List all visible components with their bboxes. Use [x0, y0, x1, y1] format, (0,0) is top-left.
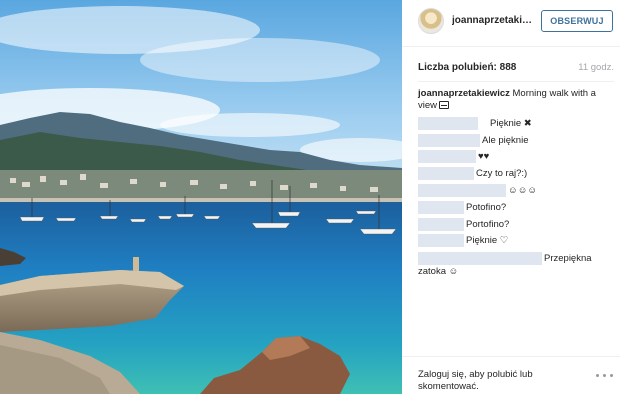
more-options-icon[interactable]	[596, 374, 614, 380]
comment-item: Portofino?	[418, 218, 614, 231]
post-side-panel: joannaprzetakiewicz OBSERWUJ Liczba polu…	[402, 0, 620, 394]
blurred-username[interactable]	[418, 234, 464, 247]
follow-button[interactable]: OBSERWUJ	[541, 10, 613, 32]
comment-text: ☺☺☺	[508, 185, 538, 196]
comment-text: Przepiękna	[544, 253, 592, 264]
likes-count[interactable]: Liczba polubień: 888	[418, 62, 516, 73]
blurred-username[interactable]	[418, 167, 474, 180]
post-header: joannaprzetakiewicz OBSERWUJ	[402, 0, 620, 47]
avatar[interactable]	[418, 8, 444, 34]
blurred-username[interactable]	[418, 252, 542, 265]
comment-item: Przepiękna	[418, 252, 614, 265]
username-link[interactable]: joannaprzetakiewicz	[452, 15, 534, 26]
comment-item: Potofino?	[418, 201, 614, 214]
post-photo[interactable]	[0, 0, 402, 394]
comment-text: Potofino?	[466, 202, 507, 213]
comment-item: Pięknie ♡	[418, 234, 614, 247]
post-footer: Zaloguj się, aby polubić lub skomentować…	[402, 356, 620, 394]
blurred-username[interactable]	[418, 218, 464, 231]
comment-text: Portofino?	[466, 219, 510, 230]
comment-text: Pięknie ♡	[466, 235, 509, 246]
comment-text: Pięknie ✖	[490, 118, 532, 129]
blurred-username[interactable]	[418, 184, 506, 197]
comment-item: zatoka ☺	[418, 265, 614, 278]
comment-text: ♥♥	[478, 151, 490, 162]
likes-row: Liczba polubień: 888 11 godz.	[418, 62, 614, 76]
comment-item: Czy to raj?:)	[418, 167, 614, 180]
blurred-username[interactable]	[418, 117, 478, 130]
post-time[interactable]: 11 godz.	[578, 62, 614, 73]
post-caption: joannaprzetakiewicz Morning walk with a …	[418, 88, 610, 112]
comment-item: Ale pięknie	[418, 134, 614, 147]
comment-text: zatoka ☺	[418, 266, 459, 277]
comment-text: Czy to raj?:)	[476, 168, 528, 179]
blurred-username[interactable]	[418, 201, 464, 214]
comment-item: Pięknie ✖	[418, 117, 614, 130]
blurred-username[interactable]	[418, 134, 480, 147]
blurred-username[interactable]	[418, 150, 476, 163]
harbor-photo-image	[0, 0, 402, 394]
caption-author-link[interactable]: joannaprzetakiewicz	[418, 88, 510, 99]
emoji-placeholder-icon	[439, 101, 450, 109]
comment-item: ♥♥	[418, 150, 614, 163]
divider	[418, 81, 614, 82]
comment-text: Ale pięknie	[482, 135, 529, 146]
login-prompt[interactable]: Zaloguj się, aby polubić lub skomentować…	[418, 369, 558, 393]
comment-item: ☺☺☺	[418, 184, 614, 197]
